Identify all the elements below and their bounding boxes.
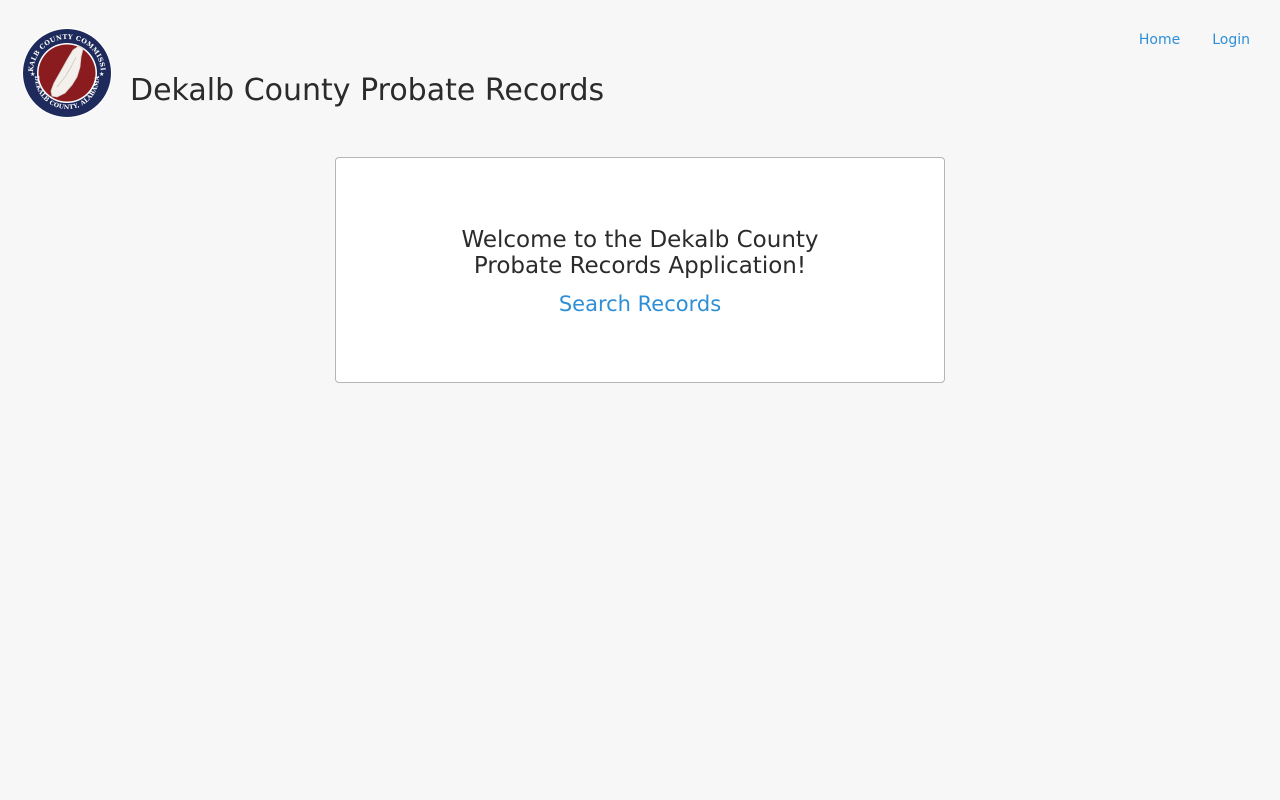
search-records-link[interactable]: Search Records	[336, 291, 944, 317]
nav-home-link[interactable]: Home	[1107, 30, 1180, 50]
top-nav: Home Login	[1107, 30, 1250, 50]
svg-text:★: ★	[99, 71, 104, 78]
welcome-text: Welcome to the Dekalb County Probate Rec…	[461, 227, 819, 279]
welcome-card: Welcome to the Dekalb County Probate Rec…	[335, 157, 945, 383]
nav-login-link[interactable]: Login	[1180, 30, 1250, 50]
welcome-message: Welcome to the Dekalb County Probate Rec…	[336, 227, 944, 279]
county-seal-icon: DEKALB COUNTY COMMISSION DEKALB COUNTY, …	[18, 21, 113, 119]
page-header: DEKALB COUNTY COMMISSION DEKALB COUNTY, …	[0, 0, 1280, 140]
site-title: Dekalb County Probate Records	[130, 73, 605, 109]
svg-text:★: ★	[30, 71, 35, 78]
